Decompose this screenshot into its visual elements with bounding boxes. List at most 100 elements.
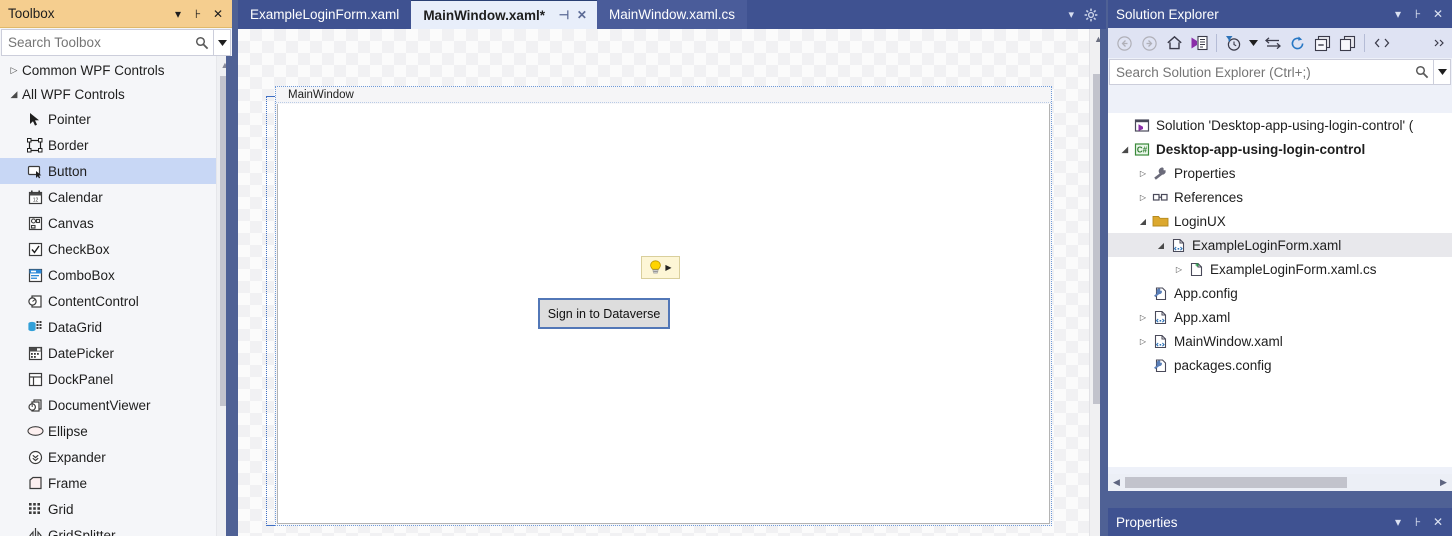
toolbox-item-combobox[interactable]: ComboBox <box>0 262 216 288</box>
sign-in-to-dataverse-button[interactable]: Sign in to Dataverse <box>538 298 670 329</box>
chevron-down-icon[interactable]: ◢ <box>1136 217 1150 226</box>
toolbox-list[interactable]: ▷ Common WPF Controls ◢ All WPF Controls… <box>0 56 216 536</box>
toolbox-item-datagrid[interactable]: DataGrid <box>0 314 216 340</box>
filter-dropdown-icon[interactable] <box>1246 31 1260 55</box>
toolbox-item-canvas[interactable]: Canvas <box>0 210 216 236</box>
scroll-right-icon[interactable]: ▶ <box>1435 477 1452 488</box>
toolbox-search-row[interactable] <box>1 29 231 56</box>
solution-explorer-pin-icon[interactable]: ⊦ <box>1408 4 1428 24</box>
home-icon[interactable] <box>1162 31 1187 55</box>
toolbox-item-checkbox[interactable]: CheckBox <box>0 236 216 262</box>
tree-row-examplelogin-form-xaml[interactable]: ◢ ExampleLoginForm.xaml <box>1108 233 1452 257</box>
tree-row-solution[interactable]: Solution 'Desktop-app-using-login-contro… <box>1108 113 1452 137</box>
tree-row-label: Desktop-app-using-login-control <box>1156 141 1366 157</box>
toolbox-item-dockpanel[interactable]: DockPanel <box>0 366 216 392</box>
toolbox-item-grid[interactable]: Grid <box>0 496 216 522</box>
toolbox-close-icon[interactable]: ✕ <box>208 4 228 24</box>
chevron-right-icon[interactable]: ▷ <box>1136 313 1150 322</box>
toolbox-item-label: Calendar <box>48 189 103 205</box>
editor-splitter[interactable] <box>1100 29 1106 536</box>
toolbox-item-gridsplitter[interactable]: GridSplitter <box>0 522 216 536</box>
scroll-left-icon[interactable]: ◀ <box>1108 477 1125 488</box>
chevron-right-icon[interactable]: ▷ <box>1136 169 1150 178</box>
refresh-icon[interactable] <box>1285 31 1310 55</box>
view-code-icon[interactable] <box>1369 31 1394 55</box>
tree-row-mainwindow-xaml[interactable]: ▷ MainWindow.xaml <box>1108 329 1452 353</box>
quick-actions-expand-arrow-icon[interactable]: ▶ <box>665 263 671 272</box>
tree-row-examplelogin-form-xaml-cs[interactable]: ▷ ExampleLoginForm.xaml.cs <box>1108 257 1452 281</box>
chevron-right-icon[interactable]: ▷ <box>1136 193 1150 202</box>
toolbox-splitter[interactable] <box>226 56 232 536</box>
mainwindow-design-preview[interactable]: MainWindow ▶ Sign in to Dataverse <box>275 86 1052 526</box>
solution-explorer-search-dropdown-icon[interactable] <box>1433 60 1450 84</box>
toolbox-item-border[interactable]: Border <box>0 132 216 158</box>
toolbox-group-all-wpf-controls[interactable]: ◢ All WPF Controls <box>0 82 216 106</box>
toolbox-item-frame[interactable]: Frame <box>0 470 216 496</box>
chevron-right-icon[interactable]: ▷ <box>6 65 22 76</box>
tab-examplelogin-form-xaml[interactable]: ExampleLoginForm.xaml <box>238 0 412 29</box>
solution-explorer-horizontal-scrollbar[interactable]: ◀ ▶ <box>1108 474 1452 491</box>
sync-icon[interactable] <box>1260 31 1285 55</box>
gear-icon[interactable] <box>1084 8 1098 22</box>
tree-row-label: App.config <box>1174 285 1238 301</box>
sync-with-active-document-icon[interactable] <box>1187 31 1212 55</box>
back-icon[interactable] <box>1112 31 1137 55</box>
toolbox-item-contentcontrol[interactable]: ContentControl <box>0 288 216 314</box>
chevron-right-icon[interactable]: ▷ <box>1136 337 1150 346</box>
toolbox-item-pointer[interactable]: Pointer <box>0 106 216 132</box>
tree-row-app-xaml[interactable]: ▷ App.xaml <box>1108 305 1452 329</box>
panel-splitter[interactable] <box>1108 491 1452 508</box>
toolbox-search-input[interactable] <box>2 30 191 55</box>
quick-actions-lightbulb[interactable]: ▶ <box>641 256 680 279</box>
toolbox-pin-icon[interactable]: ⊦ <box>188 4 208 24</box>
toolbox-dropdown-icon[interactable]: ▾ <box>168 4 188 24</box>
mainwindow-client-area[interactable]: ▶ Sign in to Dataverse <box>277 104 1050 524</box>
solution-explorer-search-input[interactable] <box>1110 60 1411 84</box>
solution-explorer-tree[interactable]: Solution 'Desktop-app-using-login-contro… <box>1108 113 1452 467</box>
designer-canvas[interactable]: MainWindow ▶ Sign in to Dataverse <box>238 29 1089 536</box>
tab-pin-icon[interactable]: ⊣ <box>555 5 573 25</box>
toolbox-search-dropdown-icon[interactable] <box>213 30 230 55</box>
overflow-chevron-icon[interactable] <box>1432 31 1448 55</box>
search-icon[interactable] <box>191 30 213 55</box>
toolbox-item-calendar[interactable]: 12 Calendar <box>0 184 216 210</box>
properties-dropdown-icon[interactable]: ▾ <box>1388 512 1408 532</box>
pending-changes-filter-icon[interactable] <box>1221 31 1246 55</box>
toolbox-item-label: CheckBox <box>48 241 110 257</box>
search-icon[interactable] <box>1411 60 1433 84</box>
toolbox-item-ellipse[interactable]: Ellipse <box>0 418 216 444</box>
toolbox-item-datepicker[interactable]: DatePicker <box>0 340 216 366</box>
properties-close-icon[interactable]: ✕ <box>1428 512 1448 532</box>
tree-row-project[interactable]: ◢ C# Desktop-app-using-login-control <box>1108 137 1452 161</box>
tab-mainwindow-xaml[interactable]: MainWindow.xaml* ⊣ ✕ <box>411 0 597 29</box>
chevron-down-icon[interactable]: ◢ <box>1118 145 1132 154</box>
tab-mainwindow-xaml-cs[interactable]: MainWindow.xaml.cs <box>596 0 747 29</box>
svg-text:12: 12 <box>32 197 38 203</box>
tree-row-app-config[interactable]: App.config <box>1108 281 1452 305</box>
toolbox-item-button[interactable]: Button <box>0 158 216 184</box>
solution-explorer-close-icon[interactable]: ✕ <box>1428 4 1448 24</box>
solution-explorer-hscrollbar-thumb[interactable] <box>1125 477 1347 488</box>
tab-label: MainWindow.xaml* <box>423 7 545 23</box>
forward-icon[interactable] <box>1137 31 1162 55</box>
solution-explorer-search-row[interactable] <box>1109 59 1451 85</box>
toolbox-item-expander[interactable]: Expander <box>0 444 216 470</box>
chevron-down-icon[interactable]: ◢ <box>6 89 22 100</box>
tree-row-references[interactable]: ▷ References <box>1108 185 1452 209</box>
tab-close-icon[interactable]: ✕ <box>573 5 591 25</box>
toolbox-group-common-wpf-controls[interactable]: ▷ Common WPF Controls <box>0 58 216 82</box>
toolbox-item-label: DocumentViewer <box>48 397 151 413</box>
designer-surface-container: MainWindow ▶ Sign in to Dataverse ▲ <box>238 29 1106 536</box>
collapse-all-icon[interactable] <box>1310 31 1335 55</box>
show-all-files-icon[interactable] <box>1335 31 1360 55</box>
solution-explorer-dropdown-icon[interactable]: ▾ <box>1388 4 1408 24</box>
chevron-right-icon[interactable]: ▷ <box>1172 265 1186 274</box>
tree-row-packages-config[interactable]: packages.config <box>1108 353 1452 377</box>
config-file-icon <box>1150 286 1170 301</box>
chevron-down-icon[interactable]: ◢ <box>1154 241 1168 250</box>
toolbox-item-documentviewer[interactable]: DocumentViewer <box>0 392 216 418</box>
tree-row-properties[interactable]: ▷ Properties <box>1108 161 1452 185</box>
properties-pin-icon[interactable]: ⊦ <box>1408 512 1428 532</box>
tab-list-dropdown-icon[interactable]: ▾ <box>1068 8 1074 21</box>
tree-row-loginux-folder[interactable]: ◢ LoginUX <box>1108 209 1452 233</box>
